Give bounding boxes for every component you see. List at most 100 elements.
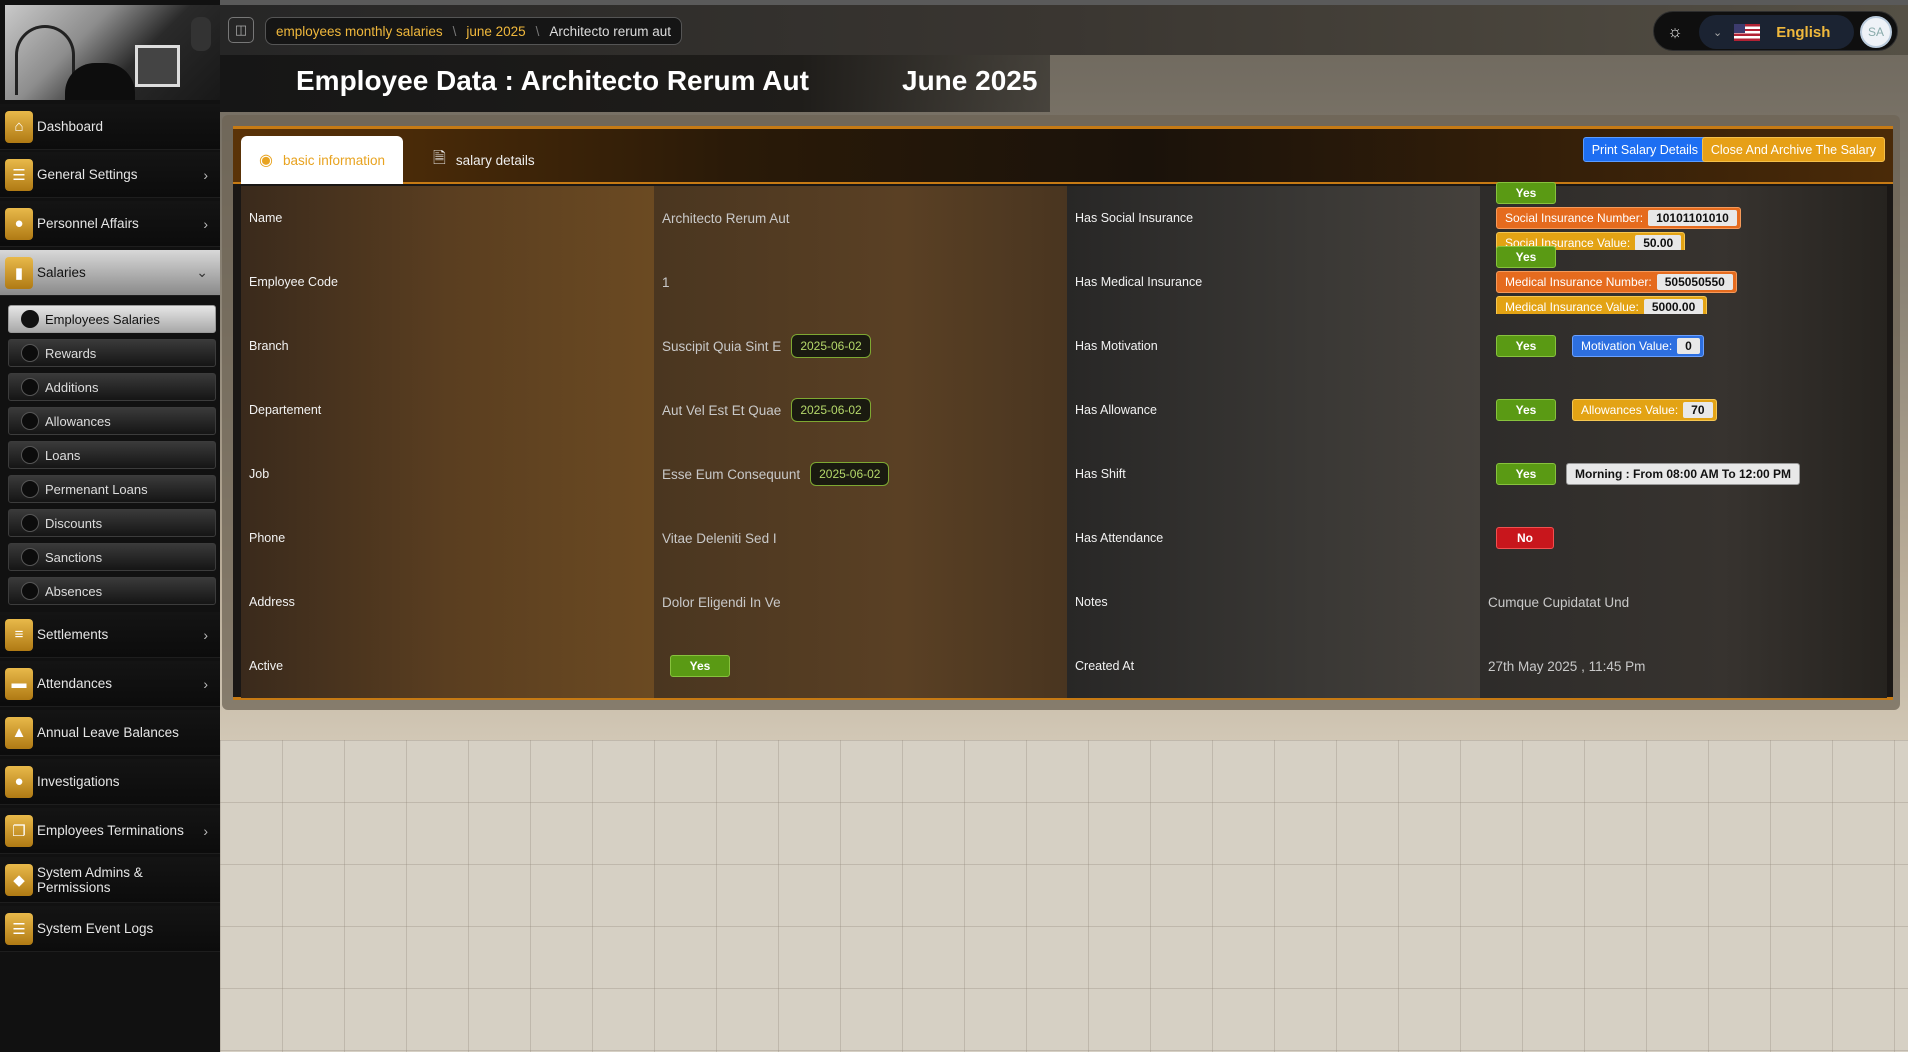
breadcrumb-link-month[interactable]: june 2025 [466, 24, 525, 39]
field-label: Name [241, 186, 654, 250]
field-value: Cumque Cupidatat Und [1480, 570, 1887, 634]
status-badge-no: No [1496, 527, 1554, 549]
sidebar-item-label: Settlements [37, 627, 109, 642]
breadcrumb-separator: \ [452, 23, 457, 39]
sidebar-subitem-employees-salaries[interactable]: Employees Salaries [8, 305, 216, 333]
medical-insurance-number-badge: Medical Insurance Number: 505050550 [1496, 271, 1737, 293]
sidebar-item-investigations[interactable]: ● Investigations [0, 759, 220, 805]
sidebar-subitem-label: Loans [45, 447, 81, 463]
badge-value: 0 [1677, 338, 1700, 354]
circle-icon [21, 514, 39, 532]
department-cell: Aut Vel Est Et Quae 2025-06-02 [654, 378, 1067, 442]
sidebar-item-label: Annual Leave Balances [37, 725, 179, 740]
sidebar-subitem-discounts[interactable]: Discounts [8, 509, 216, 537]
home-icon: ⌂ [5, 110, 33, 143]
circle-icon [21, 446, 39, 464]
tab-label: basic information [282, 152, 386, 168]
chevron-right-icon: › [203, 675, 208, 692]
field-label: Employee Code [241, 250, 654, 314]
sidebar-item-system-event-logs[interactable]: ☰ System Event Logs [0, 906, 220, 952]
tab-salary-details[interactable]: 🗎 salary details [433, 136, 535, 184]
field-value: Architecto Rerum Aut [654, 186, 1067, 250]
table-row: Address Dolor Eligendi In Ve Notes Cumqu… [241, 570, 1887, 634]
sidebar: ⌂ Dashboard ☰ General Settings › ● Perso… [0, 0, 220, 1052]
sidebar-item-label: Employees Terminations [37, 823, 184, 838]
sidebar-item-system-admins[interactable]: ◆ System Admins & Permissions [0, 857, 220, 903]
status-badge-yes: Yes [1496, 335, 1556, 357]
sidebar-subitem-allowances[interactable]: Allowances [8, 407, 216, 435]
sidebar-item-label: Attendances [37, 676, 113, 691]
salary-icon: ▮ [5, 256, 33, 289]
sidebar-subitem-rewards[interactable]: Rewards [8, 339, 216, 367]
breadcrumb: employees monthly salaries \ june 2025 \… [265, 17, 682, 45]
field-label: Has Attendance [1067, 506, 1480, 570]
sidebar-subitem-label: Permenant Loans [45, 481, 148, 497]
employee-card: ◉ basic information 🗎 salary details Pri… [222, 115, 1900, 710]
sidebar-item-general-settings[interactable]: ☰ General Settings › [0, 152, 220, 198]
sidebar-subitem-permenant-loans[interactable]: Permenant Loans [8, 475, 216, 503]
status-badge-yes: Yes [670, 655, 730, 677]
field-label: Has Motivation [1067, 314, 1480, 378]
circle-icon: ● [5, 765, 33, 798]
field-label: Created At [1067, 634, 1480, 698]
sidebar-toggle-button[interactable]: ◫ [228, 17, 254, 43]
field-value: 1 [654, 250, 1067, 314]
chevron-down-icon: ⌄ [196, 264, 208, 280]
sidebar-subitem-additions[interactable]: Additions [8, 373, 216, 401]
sidebar-item-employees-terminations[interactable]: ❐ Employees Terminations › [0, 808, 220, 854]
field-value: Dolor Eligendi In Ve [654, 570, 1067, 634]
breadcrumb-current: Architecto rerum aut [549, 23, 671, 39]
employee-details-table: Name Architecto Rerum Aut Has Social Ins… [241, 182, 1887, 698]
print-salary-button[interactable]: Print Salary Details [1582, 137, 1707, 162]
sidebar-subitem-label: Absences [45, 583, 103, 599]
allowances-value-badge: Allowances Value: 70 [1572, 399, 1717, 421]
sidebar-subitem-label: Additions [45, 379, 99, 395]
table-row: Phone Vitae Deleniti Sed I Has Attendanc… [241, 506, 1887, 570]
tab-basic-information[interactable]: ◉ basic information [241, 136, 403, 184]
sidebar-item-salaries[interactable]: ▮ Salaries ⌄ [0, 250, 220, 296]
field-label: Address [241, 570, 654, 634]
field-value: Suscipit Quia Sint E [662, 338, 782, 354]
background-tiles [220, 740, 1908, 1052]
shift-cell: Yes Morning : From 08:00 AM To 12:00 PM [1480, 442, 1887, 506]
avatar[interactable]: SA [1860, 16, 1892, 48]
motivation-value-badge: Motivation Value: 0 [1572, 335, 1704, 357]
users-icon: ● [5, 207, 33, 240]
circle-icon [21, 310, 39, 328]
field-label: Has Shift [1067, 442, 1480, 506]
user-circle-icon: ◉ [258, 152, 273, 169]
list-icon: ≡ [5, 618, 33, 651]
circle-icon [21, 480, 39, 498]
field-label: Branch [241, 314, 654, 378]
sidebar-toggle-icon: ◫ [234, 22, 248, 37]
breadcrumb-link-salaries[interactable]: employees monthly salaries [276, 24, 443, 39]
sidebar-item-attendances[interactable]: ▬ Attendances › [0, 661, 220, 707]
sidebar-item-label: Salaries [37, 265, 86, 280]
branch-cell: Suscipit Quia Sint E 2025-06-02 [654, 314, 1067, 378]
sidebar-subitem-label: Discounts [45, 515, 103, 531]
badge-label: Social Insurance Number: [1505, 211, 1644, 225]
motivation-cell: Yes Motivation Value: 0 [1480, 314, 1887, 378]
logo-image [5, 5, 220, 100]
tab-bar: ◉ basic information 🗎 salary details Pri… [233, 129, 1893, 184]
sidebar-item-annual-leave-balances[interactable]: ▲ Annual Leave Balances [0, 710, 220, 756]
social-insurance-number-badge: Social Insurance Number: 10101101010 [1496, 207, 1741, 229]
topbar-controls: ☼ ⌄ English SA [1653, 11, 1898, 51]
shift-detail-badge: Morning : From 08:00 AM To 12:00 PM [1566, 463, 1801, 485]
language-label: English [1776, 23, 1831, 41]
sidebar-subitem-sanctions[interactable]: Sanctions [8, 543, 216, 571]
sidebar-item-personnel-affairs[interactable]: ● Personnel Affairs › [0, 201, 220, 247]
topbar: ◫ employees monthly salaries \ june 2025… [220, 0, 1908, 55]
sun-icon[interactable]: ☼ [1664, 21, 1686, 43]
sidebar-item-settlements[interactable]: ≡ Settlements › [0, 612, 220, 658]
sidebar-subitem-absences[interactable]: Absences [8, 577, 216, 605]
language-selector[interactable]: ⌄ English [1699, 15, 1854, 49]
sidebar-subitem-loans[interactable]: Loans [8, 441, 216, 469]
close-archive-button[interactable]: Close And Archive The Salary [1701, 137, 1885, 162]
document-icon: 🗎 [433, 149, 446, 167]
sidebar-item-dashboard[interactable]: ⌂ Dashboard [0, 104, 220, 150]
medical-insurance-cell: Yes Medical Insurance Number: 505050550 … [1480, 246, 1887, 318]
sidebar-subitem-label: Sanctions [45, 549, 103, 565]
us-flag-icon [1734, 23, 1761, 41]
sidebar-item-label: General Settings [37, 167, 138, 182]
